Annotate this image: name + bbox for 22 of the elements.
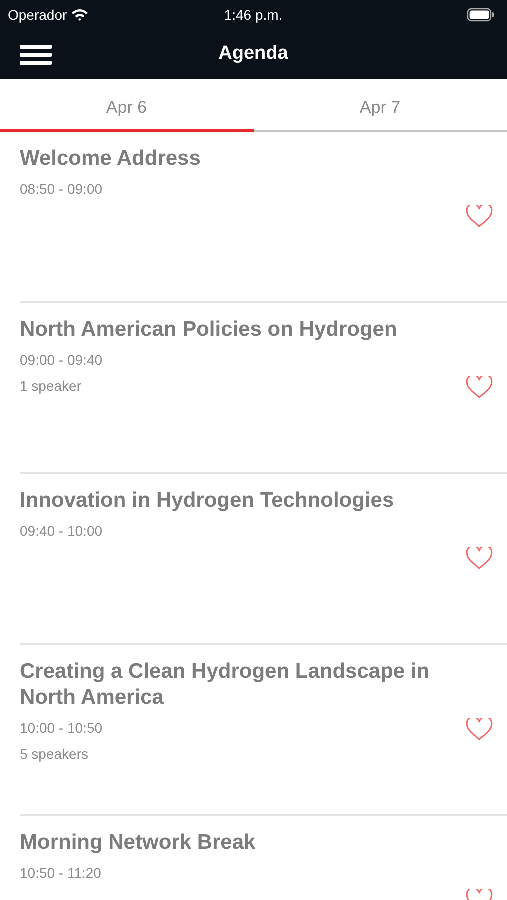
favorite-heart-icon[interactable] <box>466 376 493 399</box>
speaker-count: 1 speaker <box>20 377 82 395</box>
battery-icon <box>467 8 495 22</box>
session-title: North American Policies on Hydrogen <box>20 317 398 343</box>
session-title: Innovation in Hydrogen Technologies <box>20 488 396 514</box>
status-time: 1:46 p.m. <box>224 6 283 22</box>
speaker-count: 5 speakers <box>20 745 90 763</box>
session-title: Morning Network Break <box>20 830 257 856</box>
session-time: 08:50 - 09:00 <box>20 180 104 198</box>
session-time: 10:00 - 10:50 <box>20 719 104 737</box>
session-title: Creating a Clean Hydrogen Landscape in North America <box>20 659 431 711</box>
session-time: 09:40 - 10:00 <box>20 522 104 540</box>
favorite-heart-icon[interactable] <box>466 718 493 741</box>
carrier-name: Operador <box>8 6 68 25</box>
favorite-heart-icon[interactable] <box>466 547 493 570</box>
wifi-icon <box>71 8 90 22</box>
menu-button[interactable] <box>20 44 52 66</box>
favorite-heart-icon[interactable] <box>466 205 493 228</box>
session-title: Welcome Address <box>20 146 202 172</box>
screen-title: Agenda <box>218 43 288 64</box>
session-time: 09:00 - 09:40 <box>20 351 104 369</box>
session-time: 10:50 - 11:20 <box>20 864 102 882</box>
